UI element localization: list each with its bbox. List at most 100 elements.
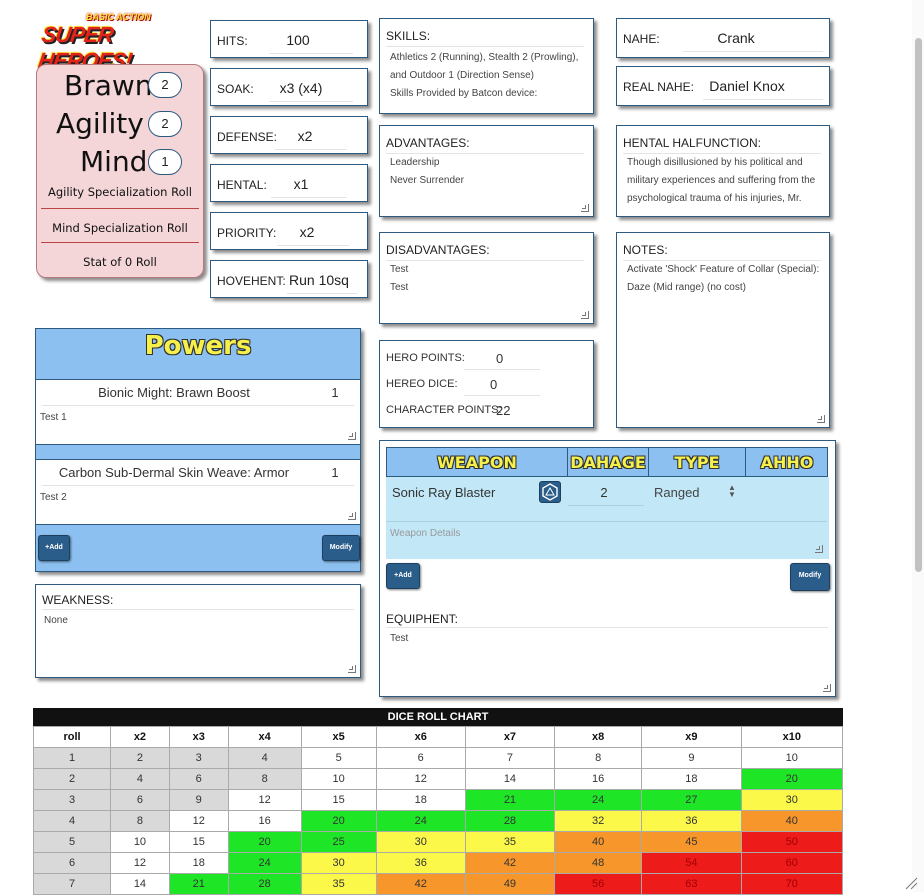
name-label: NAHE: [623,32,660,46]
add-weapon-button[interactable]: +Add [386,563,420,589]
resize-handle-icon[interactable] [348,665,356,673]
hits-label: HITS: [217,34,248,48]
priority-input[interactable]: x2 [277,224,337,240]
advantage-item: Never Surrender [390,175,464,186]
dice-chart-cell: 27 [641,789,742,811]
dice-chart-cell: 24 [375,810,466,832]
disadvantages-textarea[interactable]: Test Test [390,261,408,297]
mental-input[interactable]: x1 [271,176,331,192]
resize-handle-icon[interactable] [581,311,589,319]
dice-chart-cell: 18 [168,852,229,874]
vertical-scrollbar[interactable] [912,0,924,892]
weapon-row: Sonic Ray Blaster 2 Ranged ▲ ▼ Weapon Det… [386,477,829,559]
dice-chart-cell: 50 [740,831,844,853]
dice-chart-cell: 20 [227,831,302,853]
advantages-field: ADVANTAGES: Leadership Never Surrender [379,125,594,217]
equipment-textarea[interactable]: Test [390,633,408,644]
dice-chart-cell: 48 [554,852,643,874]
dice-chart-cell: 9 [168,789,229,811]
dice-chart-cell: 60 [740,852,844,874]
brawn-value[interactable]: 2 [148,72,182,98]
dice-chart-cell: 7 [32,873,112,895]
power-name[interactable]: Carbon Sub-Dermal Skin Weave: Armor [36,465,312,480]
real-name-input[interactable]: Daniel Knox [703,78,791,94]
modify-power-button[interactable]: Modify [322,535,360,561]
mind-spec-roll[interactable]: Mind Specialization Roll [37,221,203,235]
ammo-column-header: AHHO [760,453,814,472]
resize-handle-icon[interactable] [348,512,356,520]
weakness-textarea[interactable]: None [44,615,68,626]
window-resize-icon[interactable] [904,876,918,890]
resize-handle-icon[interactable] [817,415,825,423]
notes-textarea[interactable]: Activate 'Shock' Feature of Collar (Spec… [627,261,819,297]
dice-chart-cell: 15 [300,789,377,811]
disadvantage-item: Test [390,264,409,275]
powers-panel: Powers Bionic Might: Brawn Boost 1 Test … [35,328,361,572]
movement-input[interactable]: Run 10sq [287,272,351,288]
defense-input[interactable]: x2 [275,128,335,144]
priority-field: PRIORITY: x2 [210,212,368,250]
divider [42,485,354,486]
weapons-panel: WEAPON DAHAGE TYPE AHHO Sonic Ray Blaste… [379,440,836,697]
dice-chart-cell: 21 [464,789,556,811]
input-underline [269,53,353,54]
modify-weapon-button[interactable]: Modify [790,563,830,591]
dice-chart-cell: 6 [110,789,170,811]
skills-textarea[interactable]: Athletics 2 (Running), Stealth 2 (Prowli… [390,49,588,103]
dice-chart-cell: 14 [110,873,170,895]
weapon-damage-input[interactable]: 2 [576,485,632,500]
resize-handle-icon[interactable] [815,545,823,553]
dice-chart-cell: 10 [300,768,377,790]
soak-input[interactable]: x3 (x4) [269,80,333,96]
dice-roll-icon[interactable] [539,481,561,503]
dice-chart-cell: 3 [168,747,229,769]
power-details[interactable]: Test 2 [40,492,67,503]
mental-malfunction-textarea[interactable]: Though disillusioned by his political an… [627,154,815,208]
weapon-details-textarea[interactable]: Weapon Details [386,521,827,557]
notes-line: Daze (Mid range) (no cost) [627,282,746,293]
textarea-border [386,627,828,628]
hero-points-input[interactable]: 0 [496,351,503,366]
stat-zero-roll[interactable]: Stat of 0 Roll [37,255,203,269]
character-points-input[interactable]: 22 [496,403,510,418]
name-field: NAHE: Crank [616,18,830,58]
dice-chart-cell: 10 [110,831,170,853]
agility-spec-roll[interactable]: Agility Specialization Roll [37,185,203,199]
power-details[interactable]: Test 1 [40,412,67,423]
agility-value[interactable]: 2 [148,111,182,137]
textarea-border [386,260,584,261]
scrollbar-thumb[interactable] [915,38,922,572]
advantages-textarea[interactable]: Leadership Never Surrender [390,154,464,190]
dice-chart-cell: 6 [168,768,229,790]
mind-value[interactable]: 1 [148,149,182,175]
weapon-name-input[interactable]: Sonic Ray Blaster [392,485,495,500]
dice-chart-row: 7 14 21 28 35 42 49 56 63 70 [32,873,844,895]
dice-chart-header-cell: x8 [554,726,643,748]
name-input[interactable]: Crank [683,30,789,46]
dice-chart-title: DICE ROLL CHART [33,708,843,726]
dice-chart-cell: 10 [740,747,844,769]
hits-input[interactable]: 100 [269,32,327,48]
resize-handle-icon[interactable] [581,204,589,212]
add-power-button[interactable]: +Add [38,535,70,561]
weapon-ammo-input[interactable] [748,483,824,505]
weapon-type-select[interactable]: Ranged ▲ ▼ [654,484,744,501]
dice-chart-cell: 24 [227,852,302,874]
dice-chart-cell: 28 [464,810,556,832]
dice-chart-cell: 2 [110,747,170,769]
dice-chart-cell: 24 [554,789,643,811]
power-name[interactable]: Bionic Might: Brawn Boost [36,385,312,400]
dice-chart-header-cell: x9 [641,726,742,748]
input-underline [277,245,349,246]
resize-handle-icon[interactable] [348,432,356,440]
input-underline [275,149,347,150]
hero-dice-input[interactable]: 0 [490,377,497,392]
power-rank[interactable]: 1 [312,465,358,480]
dice-chart-cell: 18 [375,789,466,811]
dice-chart-header-cell: x7 [464,726,556,748]
resize-handle-icon[interactable] [823,684,831,692]
agility-label: Agility [56,107,144,140]
dice-chart-cell: 32 [554,810,643,832]
dice-chart-row: 2 4 6 8 10 12 14 16 18 20 [32,768,844,790]
power-rank[interactable]: 1 [312,385,358,400]
